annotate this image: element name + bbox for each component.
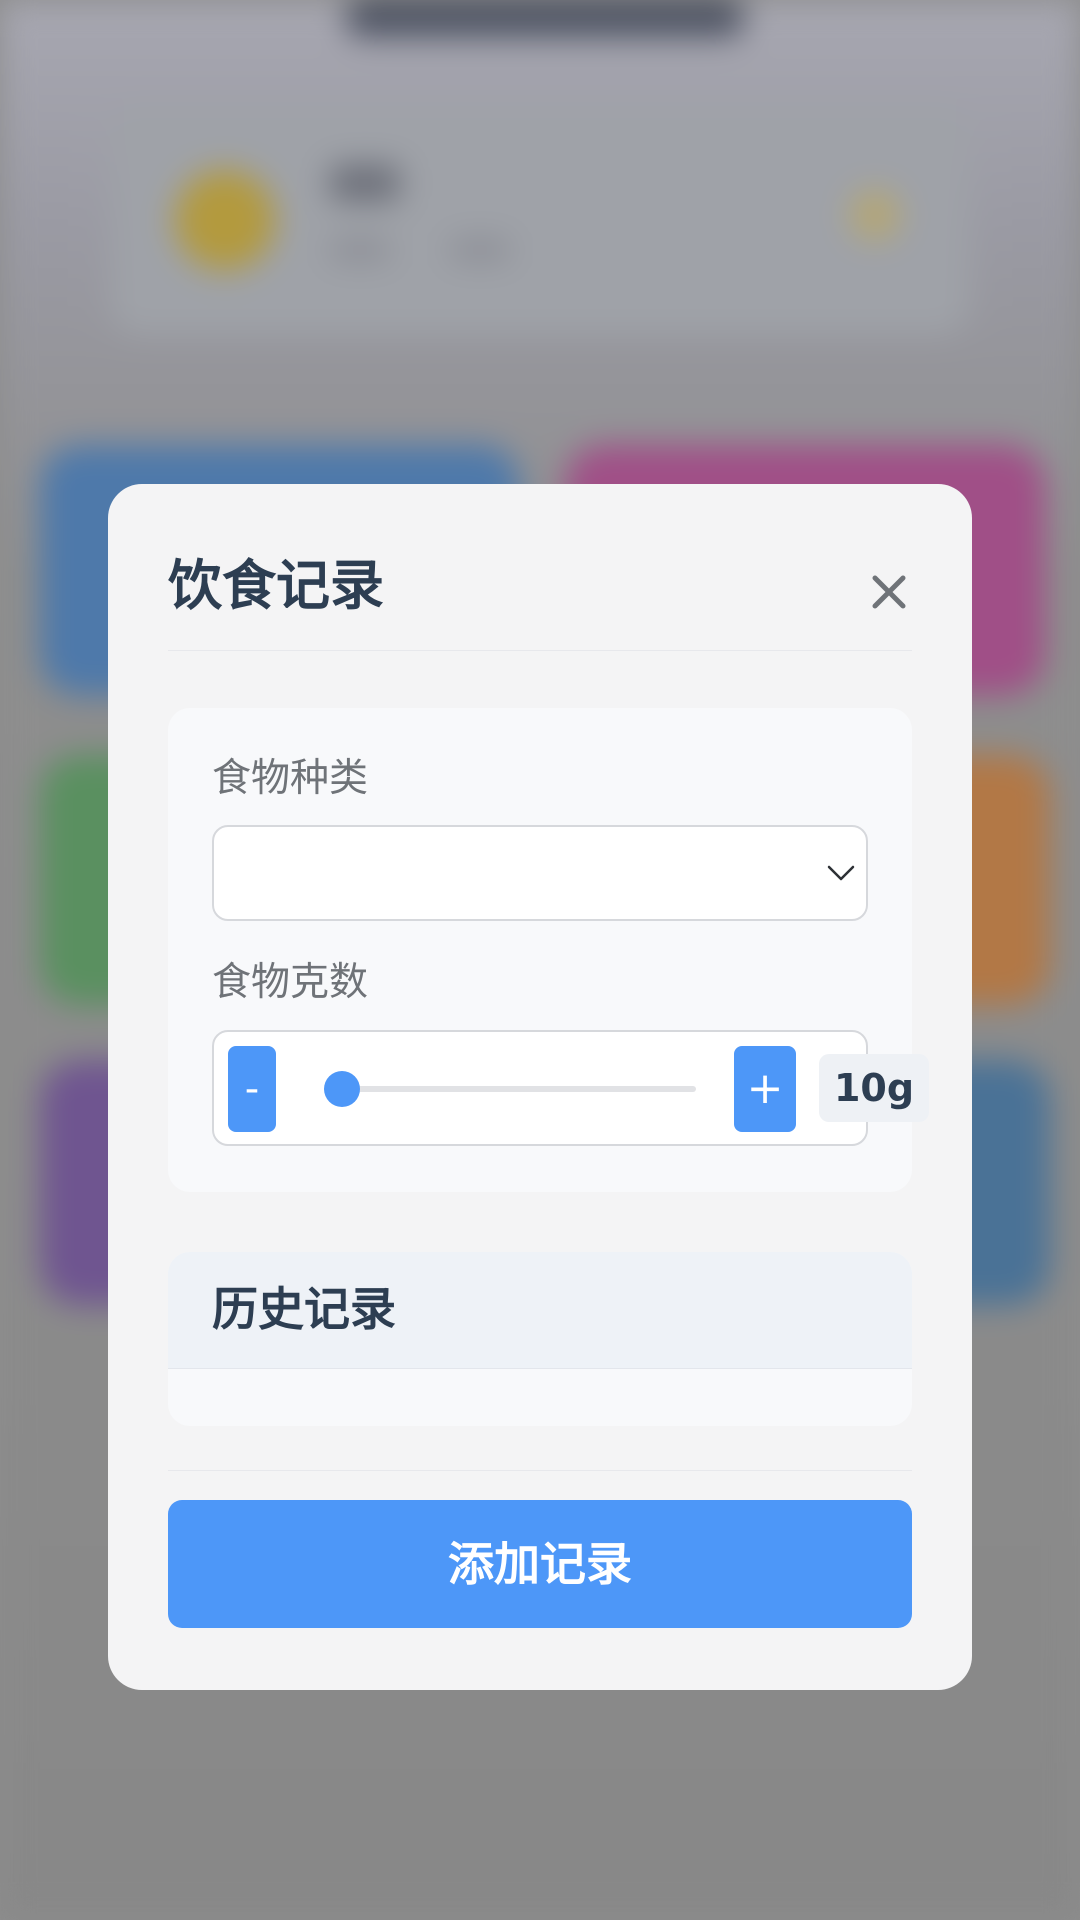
food-type-select[interactable] bbox=[212, 825, 868, 921]
background-badge-icon bbox=[850, 190, 900, 240]
add-record-button[interactable]: 添加记录 bbox=[168, 1500, 912, 1628]
history-header: 历史记录 bbox=[168, 1252, 912, 1369]
modal-header: 饮食记录 bbox=[168, 524, 912, 651]
slider-thumb[interactable] bbox=[324, 1071, 360, 1107]
decrease-button[interactable]: - bbox=[228, 1046, 276, 1132]
background-name-placeholder bbox=[330, 165, 400, 201]
history-title: 历史记录 bbox=[212, 1282, 396, 1336]
food-form-card: 食物种类 食物克数 - + 10g bbox=[168, 708, 929, 1192]
food-grams-stepper: - + 10g bbox=[212, 1030, 929, 1146]
background-top-bar bbox=[345, 0, 745, 36]
chevron-down-icon bbox=[827, 865, 855, 881]
history-card: 历史记录 bbox=[168, 1252, 912, 1426]
grams-value-display: 10g bbox=[819, 1054, 929, 1122]
grams-slider[interactable] bbox=[324, 1071, 696, 1107]
background-subtext bbox=[450, 240, 510, 260]
modal-title: 饮食记录 bbox=[168, 554, 384, 617]
food-type-label: 食物种类 bbox=[212, 756, 369, 801]
screen: 饮食记录 食物种类 食物克数 - + 10g 历史记录 添加记录 bbox=[0, 0, 1080, 1920]
footer-divider bbox=[168, 1470, 912, 1471]
close-button[interactable] bbox=[866, 569, 912, 615]
background-subtext bbox=[330, 240, 390, 260]
close-icon bbox=[872, 575, 906, 609]
increase-button[interactable]: + bbox=[734, 1046, 796, 1132]
background-avatar bbox=[175, 170, 275, 270]
food-grams-label: 食物克数 bbox=[212, 960, 369, 1005]
diet-record-modal: 饮食记录 食物种类 食物克数 - + 10g 历史记录 添加记录 bbox=[108, 484, 972, 1690]
